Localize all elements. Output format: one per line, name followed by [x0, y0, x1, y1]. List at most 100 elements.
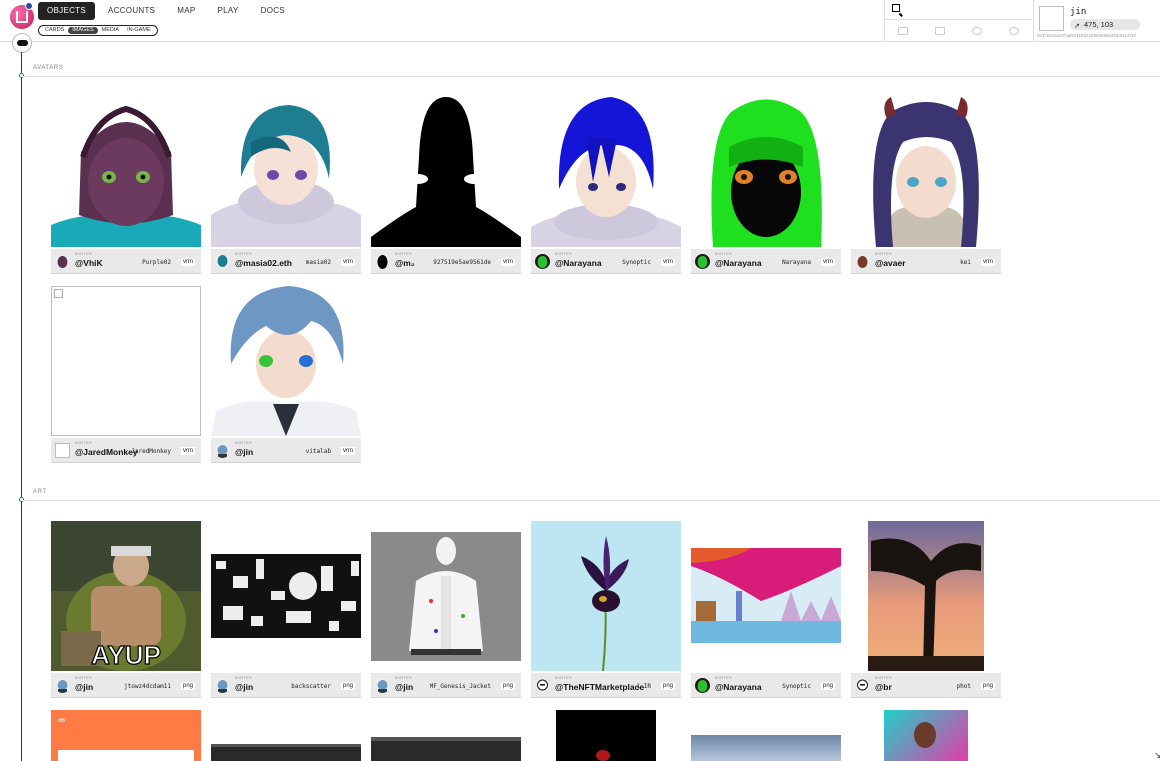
avatar-preview[interactable] — [51, 286, 201, 436]
user-panel[interactable]: jin ↗ 475, 103 0x37e6ca4c07ae57118322459… — [1033, 0, 1160, 42]
art-preview[interactable] — [691, 521, 841, 671]
avatar-preview[interactable] — [531, 97, 681, 247]
minter-avatar[interactable] — [55, 678, 70, 693]
avatar-card[interactable]: MINTER @JaredMonkey JaredMonkey vrm — [51, 286, 201, 466]
minter-handle[interactable]: @avaer — [875, 258, 906, 268]
art-card[interactable] — [691, 735, 841, 761]
art-card[interactable] — [371, 737, 521, 761]
tab-objects[interactable]: OBJECTS — [38, 2, 95, 20]
minter-avatar[interactable] — [215, 678, 230, 693]
minter-handle[interactable]: @m₂ — [395, 258, 415, 268]
avatar-card[interactable]: MINTER @Narayana Narayana vrm — [691, 97, 841, 277]
minter-avatar[interactable] — [855, 678, 870, 693]
avatar-preview[interactable] — [371, 97, 521, 247]
art-card[interactable]: MINTER @br phot png — [851, 521, 1001, 701]
filter-in-game[interactable]: IN-GAME — [123, 27, 155, 34]
avatar-card[interactable]: MINTER @VhiK Purple02 vrm — [51, 97, 201, 277]
minter-avatar[interactable] — [215, 443, 230, 458]
art-preview[interactable] — [371, 521, 521, 671]
art-preview[interactable] — [211, 521, 361, 671]
app-logo-icon[interactable] — [10, 2, 34, 29]
eye-icon[interactable] — [12, 33, 32, 53]
minter-avatar[interactable] — [215, 254, 230, 269]
art-preview[interactable] — [851, 521, 1001, 671]
art-card[interactable]: ∞ — [51, 710, 201, 761]
art-card[interactable] — [884, 710, 968, 761]
minter-handle[interactable]: @VhiK — [75, 258, 103, 268]
minter-handle[interactable]: @jin — [75, 682, 93, 692]
art-card[interactable]: MINTER @TheNFTMarketplace 1_IR png — [531, 521, 681, 701]
file-ext: png — [820, 682, 835, 690]
avatar-preview[interactable] — [851, 97, 1001, 247]
file-ext: png — [980, 682, 995, 690]
avatar[interactable] — [1039, 6, 1064, 31]
minter-handle[interactable]: @jin — [235, 682, 253, 692]
minter-avatar[interactable] — [535, 254, 550, 269]
minter-avatar[interactable] — [55, 254, 70, 269]
art-card[interactable]: AYUP MINTER @jin jtowz4dcdam11 png — [51, 521, 201, 701]
minter-avatar[interactable] — [535, 678, 550, 693]
card-footer: MINTER @jin jtowz4dcdam11 png — [51, 673, 201, 698]
avatar-card[interactable]: MINTER @m₂ 927519e5ae9561de vrm — [371, 97, 521, 277]
art-card[interactable]: MINTER @jin MF_Genesis_Jacket png — [371, 521, 521, 701]
minter-avatar[interactable] — [55, 443, 70, 458]
minter-avatar[interactable] — [375, 678, 390, 693]
filter-media[interactable]: MEDIA — [98, 27, 123, 34]
avatar-card[interactable]: MINTER @Narayana Synoptic vrm — [531, 97, 681, 277]
avatar-card[interactable]: MINTER @masia02.eth masia02 vrm — [211, 97, 361, 277]
minter-avatar[interactable] — [695, 678, 710, 693]
tab-play[interactable]: PLAY — [209, 2, 248, 20]
minter-label: MINTER — [235, 675, 253, 680]
filter-images[interactable]: IMAGES — [68, 27, 98, 34]
art-preview[interactable] — [531, 521, 681, 671]
file-name: vitalab — [305, 448, 331, 455]
minter-avatar[interactable] — [375, 254, 390, 269]
art-preview[interactable]: AYUP — [51, 521, 201, 671]
art-card[interactable]: MINTER @Narayana Synoptic png — [691, 521, 841, 701]
wallet-address: 0x37e6ca4c07ae571183224593e90e2f1b34c47e… — [1037, 33, 1136, 38]
image-icon[interactable] — [898, 27, 909, 35]
file-name: jtowz4dcdam11 — [124, 683, 171, 690]
minter-handle[interactable]: @Narayana — [715, 682, 762, 692]
file-ext: vrm — [981, 258, 995, 266]
minter-handle[interactable]: @masia02.eth — [235, 258, 292, 268]
avatar-preview[interactable] — [691, 97, 841, 247]
minter-handle[interactable]: @Narayana — [555, 258, 602, 268]
art-card[interactable] — [211, 744, 361, 761]
user-name: jin — [1070, 7, 1087, 17]
art-card[interactable] — [556, 710, 656, 761]
avatar-preview[interactable] — [211, 97, 361, 247]
tab-map[interactable]: MAP — [168, 2, 204, 20]
minter-avatar[interactable] — [695, 254, 710, 269]
minter-handle[interactable]: @TheNFTMarketplace — [555, 682, 644, 692]
card-footer: MINTER @br phot png — [851, 673, 1001, 698]
minter-handle[interactable]: @jin — [395, 682, 413, 692]
search-panel — [884, 0, 1032, 42]
file-name: backscatter — [291, 683, 331, 690]
film-icon[interactable] — [935, 27, 946, 35]
section-title-avatars: AVATARS — [33, 65, 64, 71]
filter-cards[interactable]: CARDS — [41, 27, 68, 34]
tab-accounts[interactable]: ACCOUNTS — [99, 2, 164, 20]
avatar-preview[interactable] — [211, 286, 361, 436]
user-icon[interactable] — [1008, 27, 1019, 35]
minter-handle[interactable]: @br — [875, 682, 892, 692]
minter-handle[interactable]: @Narayana — [715, 258, 762, 268]
minter-handle[interactable]: @jin — [235, 447, 253, 457]
audio-icon[interactable] — [971, 27, 982, 35]
minter-avatar[interactable] — [855, 254, 870, 269]
search-input[interactable] — [885, 0, 1032, 20]
avatar-card[interactable]: MINTER @avaer kei vrm — [851, 97, 1001, 277]
card-footer: MINTER @JaredMonkey JaredMonkey vrm — [51, 438, 201, 463]
avatar-preview[interactable] — [51, 97, 201, 247]
tab-docs[interactable]: DOCS — [252, 2, 294, 20]
file-name: 1_IR — [636, 683, 651, 690]
card-footer: MINTER @avaer kei vrm — [851, 249, 1001, 274]
minter-handle[interactable]: @JaredMonkey — [75, 447, 138, 457]
broken-image-icon — [54, 289, 63, 298]
art-card[interactable]: MINTER @jin backscatter png — [211, 521, 361, 701]
file-ext: png — [340, 682, 355, 690]
file-ext: png — [500, 682, 515, 690]
cursor-icon: ↘ — [1154, 750, 1160, 760]
avatar-card[interactable]: MINTER @jin vitalab vrm — [211, 286, 361, 466]
